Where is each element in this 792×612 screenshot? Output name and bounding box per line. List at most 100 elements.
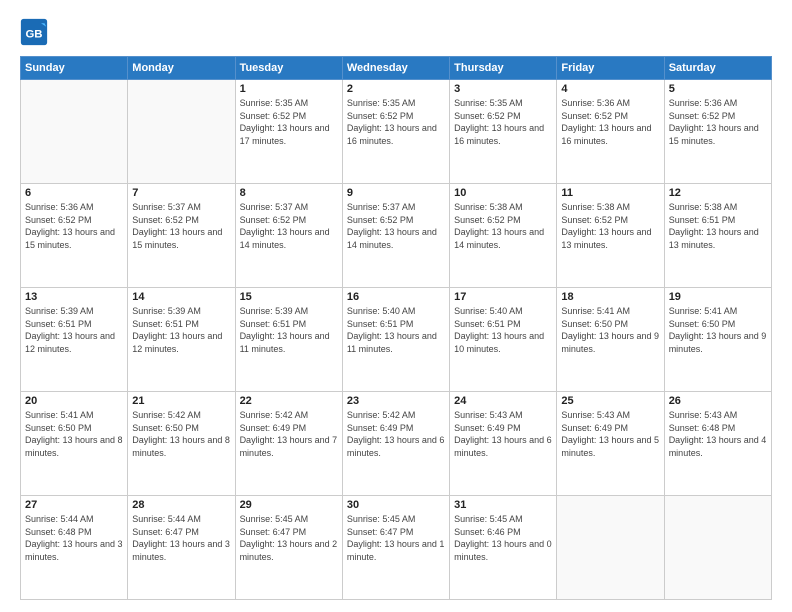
day-info: Sunrise: 5:35 AMSunset: 6:52 PMDaylight:… [240,97,338,147]
day-number: 22 [240,395,338,407]
day-number: 26 [669,395,767,407]
day-info: Sunrise: 5:41 AMSunset: 6:50 PMDaylight:… [25,409,123,459]
day-number: 20 [25,395,123,407]
page: GB SundayMondayTuesdayWednesdayThursdayF… [0,0,792,612]
calendar-day-cell [21,80,128,184]
calendar-day-cell: 14 Sunrise: 5:39 AMSunset: 6:51 PMDayligh… [128,288,235,392]
day-info: Sunrise: 5:37 AMSunset: 6:52 PMDaylight:… [240,201,338,251]
weekday-header: Monday [128,57,235,80]
calendar-day-cell: 24 Sunrise: 5:43 AMSunset: 6:49 PMDayligh… [450,392,557,496]
day-info: Sunrise: 5:39 AMSunset: 6:51 PMDaylight:… [240,305,338,355]
calendar-day-cell: 21 Sunrise: 5:42 AMSunset: 6:50 PMDayligh… [128,392,235,496]
day-info: Sunrise: 5:45 AMSunset: 6:47 PMDaylight:… [240,513,338,563]
day-number: 31 [454,499,552,511]
calendar-day-cell [557,496,664,600]
calendar-day-cell: 22 Sunrise: 5:42 AMSunset: 6:49 PMDayligh… [235,392,342,496]
calendar-header-row: SundayMondayTuesdayWednesdayThursdayFrid… [21,57,772,80]
day-number: 9 [347,187,445,199]
day-info: Sunrise: 5:37 AMSunset: 6:52 PMDaylight:… [347,201,445,251]
day-number: 19 [669,291,767,303]
calendar-day-cell: 1 Sunrise: 5:35 AMSunset: 6:52 PMDaylight… [235,80,342,184]
calendar-day-cell: 31 Sunrise: 5:45 AMSunset: 6:46 PMDayligh… [450,496,557,600]
day-info: Sunrise: 5:38 AMSunset: 6:52 PMDaylight:… [561,201,659,251]
day-number: 23 [347,395,445,407]
day-info: Sunrise: 5:45 AMSunset: 6:46 PMDaylight:… [454,513,552,563]
calendar-day-cell: 10Sunrise: 5:38 AMSunset: 6:52 PMDayligh… [450,184,557,288]
calendar-day-cell: 13 Sunrise: 5:39 AMSunset: 6:51 PMDayligh… [21,288,128,392]
calendar-day-cell: 9 Sunrise: 5:37 AMSunset: 6:52 PMDaylight… [342,184,449,288]
calendar-day-cell [128,80,235,184]
logo: GB [20,18,52,46]
day-number: 8 [240,187,338,199]
day-info: Sunrise: 5:36 AMSunset: 6:52 PMDaylight:… [561,97,659,147]
day-number: 24 [454,395,552,407]
day-number: 17 [454,291,552,303]
day-number: 13 [25,291,123,303]
calendar-table: SundayMondayTuesdayWednesdayThursdayFrid… [20,56,772,600]
weekday-header: Sunday [21,57,128,80]
day-number: 21 [132,395,230,407]
weekday-header: Tuesday [235,57,342,80]
calendar-week-row: 6 Sunrise: 5:36 AMSunset: 6:52 PMDaylight… [21,184,772,288]
calendar-week-row: 1 Sunrise: 5:35 AMSunset: 6:52 PMDaylight… [21,80,772,184]
day-number: 7 [132,187,230,199]
day-number: 11 [561,187,659,199]
day-info: Sunrise: 5:36 AMSunset: 6:52 PMDaylight:… [669,97,767,147]
calendar-day-cell: 6 Sunrise: 5:36 AMSunset: 6:52 PMDaylight… [21,184,128,288]
day-number: 28 [132,499,230,511]
day-info: Sunrise: 5:43 AMSunset: 6:49 PMDaylight:… [561,409,659,459]
day-info: Sunrise: 5:45 AMSunset: 6:47 PMDaylight:… [347,513,445,563]
calendar-day-cell: 18 Sunrise: 5:41 AMSunset: 6:50 PMDayligh… [557,288,664,392]
day-info: Sunrise: 5:44 AMSunset: 6:48 PMDaylight:… [25,513,123,563]
day-info: Sunrise: 5:42 AMSunset: 6:50 PMDaylight:… [132,409,230,459]
calendar-day-cell: 4Sunrise: 5:36 AMSunset: 6:52 PMDaylight… [557,80,664,184]
calendar-day-cell: 26Sunrise: 5:43 AMSunset: 6:48 PMDayligh… [664,392,771,496]
day-info: Sunrise: 5:39 AMSunset: 6:51 PMDaylight:… [25,305,123,355]
calendar-day-cell: 15 Sunrise: 5:39 AMSunset: 6:51 PMDayligh… [235,288,342,392]
day-number: 16 [347,291,445,303]
calendar-day-cell: 29Sunrise: 5:45 AMSunset: 6:47 PMDayligh… [235,496,342,600]
day-info: Sunrise: 5:41 AMSunset: 6:50 PMDaylight:… [561,305,659,355]
day-info: Sunrise: 5:37 AMSunset: 6:52 PMDaylight:… [132,201,230,251]
day-number: 12 [669,187,767,199]
calendar-day-cell: 23 Sunrise: 5:42 AMSunset: 6:49 PMDayligh… [342,392,449,496]
day-number: 15 [240,291,338,303]
day-number: 27 [25,499,123,511]
day-info: Sunrise: 5:43 AMSunset: 6:49 PMDaylight:… [454,409,552,459]
calendar-week-row: 27 Sunrise: 5:44 AMSunset: 6:48 PMDayligh… [21,496,772,600]
day-info: Sunrise: 5:36 AMSunset: 6:52 PMDaylight:… [25,201,123,251]
day-number: 30 [347,499,445,511]
calendar-day-cell: 3 Sunrise: 5:35 AMSunset: 6:52 PMDaylight… [450,80,557,184]
svg-text:GB: GB [25,28,42,40]
day-info: Sunrise: 5:35 AMSunset: 6:52 PMDaylight:… [454,97,552,147]
calendar-day-cell: 19Sunrise: 5:41 AMSunset: 6:50 PMDayligh… [664,288,771,392]
day-number: 18 [561,291,659,303]
day-number: 1 [240,83,338,95]
calendar-week-row: 20 Sunrise: 5:41 AMSunset: 6:50 PMDayligh… [21,392,772,496]
calendar-day-cell: 27 Sunrise: 5:44 AMSunset: 6:48 PMDayligh… [21,496,128,600]
day-info: Sunrise: 5:40 AMSunset: 6:51 PMDaylight:… [454,305,552,355]
day-info: Sunrise: 5:40 AMSunset: 6:51 PMDaylight:… [347,305,445,355]
weekday-header: Saturday [664,57,771,80]
logo-icon: GB [20,18,48,46]
day-info: Sunrise: 5:44 AMSunset: 6:47 PMDaylight:… [132,513,230,563]
calendar-day-cell: 8 Sunrise: 5:37 AMSunset: 6:52 PMDaylight… [235,184,342,288]
calendar-day-cell: 12Sunrise: 5:38 AMSunset: 6:51 PMDayligh… [664,184,771,288]
calendar-day-cell: 20 Sunrise: 5:41 AMSunset: 6:50 PMDayligh… [21,392,128,496]
day-info: Sunrise: 5:35 AMSunset: 6:52 PMDaylight:… [347,97,445,147]
calendar-day-cell: 28 Sunrise: 5:44 AMSunset: 6:47 PMDayligh… [128,496,235,600]
day-number: 3 [454,83,552,95]
day-number: 14 [132,291,230,303]
calendar-day-cell: 16 Sunrise: 5:40 AMSunset: 6:51 PMDayligh… [342,288,449,392]
day-info: Sunrise: 5:39 AMSunset: 6:51 PMDaylight:… [132,305,230,355]
weekday-header: Thursday [450,57,557,80]
calendar-day-cell: 11 Sunrise: 5:38 AMSunset: 6:52 PMDayligh… [557,184,664,288]
day-number: 6 [25,187,123,199]
header: GB [20,18,772,46]
calendar-day-cell: 17 Sunrise: 5:40 AMSunset: 6:51 PMDayligh… [450,288,557,392]
weekday-header: Friday [557,57,664,80]
day-number: 10 [454,187,552,199]
calendar-day-cell [664,496,771,600]
day-info: Sunrise: 5:42 AMSunset: 6:49 PMDaylight:… [240,409,338,459]
day-info: Sunrise: 5:42 AMSunset: 6:49 PMDaylight:… [347,409,445,459]
